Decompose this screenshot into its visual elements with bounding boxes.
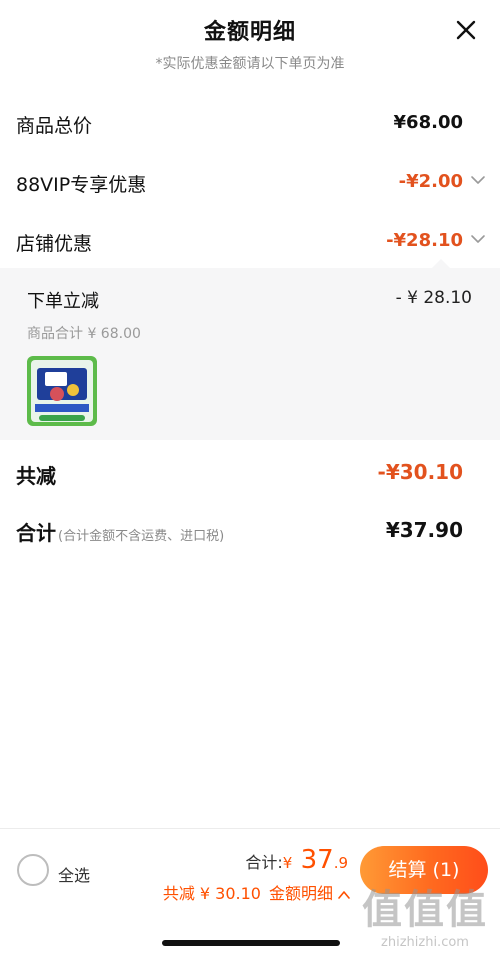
amount-detail-sheet: 金额明细 *实际优惠金额请以下单页为准 商品总价 ¥68.00 88VIP专享优…	[0, 0, 500, 957]
store-discount-label: 店铺优惠	[16, 233, 93, 255]
sheet-header: 金额明细 *实际优惠金额请以下单页为准	[0, 0, 500, 95]
product-thumbnail-image	[27, 356, 97, 426]
saving-detail-toggle[interactable]: 共减 ¥ 30.10 金额明细	[163, 880, 350, 904]
detail-amount: - ¥ 28.10	[395, 288, 472, 308]
vip-discount-value: -¥2.00	[398, 171, 463, 192]
bottom-saving-text: 共减 ¥ 30.10	[162, 884, 261, 903]
total-reduction-label: 共减	[16, 464, 56, 488]
bottom-total-decimal: .9	[333, 854, 348, 872]
store-discount-row[interactable]: 店铺优惠 -¥28.10	[0, 221, 500, 261]
home-indicator	[162, 940, 340, 946]
sheet-title: 金额明细	[203, 20, 296, 45]
vip-discount-row[interactable]: 88VIP专享优惠 -¥2.00	[0, 162, 500, 202]
goods-total-value: ¥68.00	[393, 112, 463, 133]
store-discount-value: -¥28.10	[386, 230, 463, 251]
detail-subtotal: 商品合计 ¥ 68.00	[27, 326, 141, 342]
chevron-up-icon[interactable]	[338, 890, 350, 899]
checkout-button[interactable]: 结算 (1)	[360, 846, 488, 894]
grand-total-note: (合计金额不含运费、进口税)	[58, 529, 225, 544]
grand-total-label-group: 合计 (合计金额不含运费、进口税)	[16, 517, 224, 546]
bottom-total-label: 合计:	[245, 853, 283, 872]
watermark-url: zhizhizhi.com	[381, 935, 469, 950]
store-discount-detail-panel: 下单立减 - ¥ 28.10 商品合计 ¥ 68.00	[0, 259, 500, 440]
bottom-total: 合计:¥ 37.9	[245, 845, 348, 875]
total-reduction-value: -¥30.10	[377, 460, 463, 484]
select-all-radio[interactable]	[17, 854, 49, 886]
sheet-subtitle: *实际优惠金额请以下单页为准	[155, 56, 345, 72]
product-thumbnail[interactable]	[27, 356, 97, 426]
close-icon[interactable]	[454, 18, 478, 42]
goods-total-row: 商品总价 ¥68.00	[0, 103, 500, 143]
grand-total-value: ¥37.90	[385, 518, 463, 542]
vip-discount-label: 88VIP专享优惠	[16, 174, 147, 196]
panel-pointer	[432, 259, 450, 268]
goods-total-label: 商品总价	[16, 115, 93, 137]
checkout-bar: 全选 合计:¥ 37.9 共减 ¥ 30.10 金额明细 结算 (1) 值值值 z…	[0, 828, 500, 957]
select-all-label[interactable]: 全选	[58, 862, 90, 886]
chevron-down-icon[interactable]	[470, 174, 486, 186]
bottom-total-currency: ¥	[282, 854, 293, 872]
bottom-total-integer: 37	[292, 845, 334, 875]
amount-detail-link[interactable]: 金额明细	[269, 884, 333, 903]
detail-title: 下单立减	[27, 291, 99, 312]
chevron-down-icon[interactable]	[470, 233, 486, 245]
grand-total-label: 合计	[16, 521, 56, 545]
